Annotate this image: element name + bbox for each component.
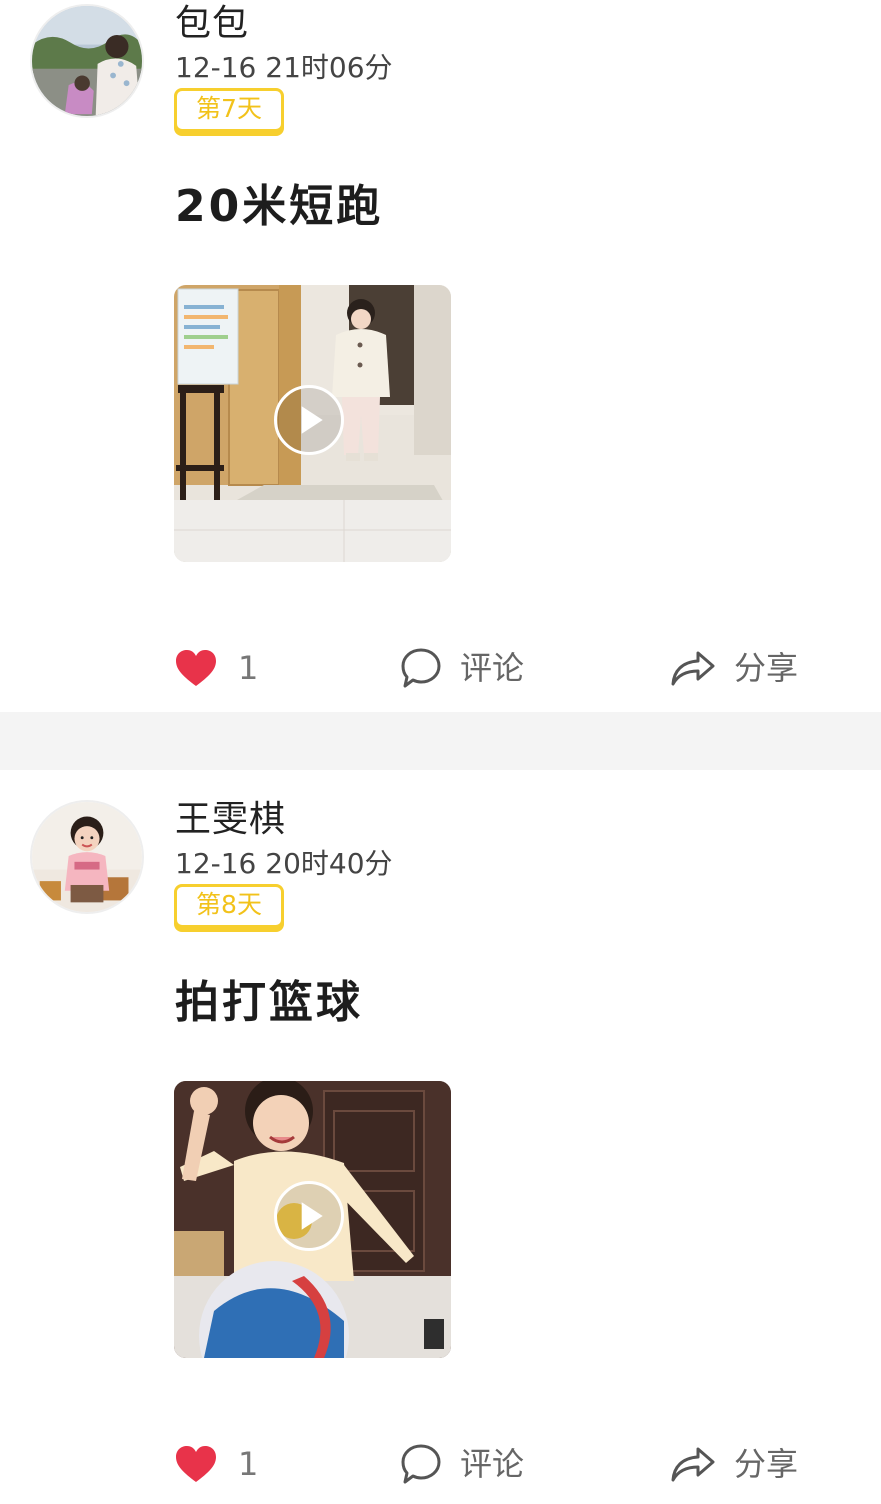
share-arrow-icon [671, 1447, 715, 1482]
username[interactable]: 王雯棋 [175, 800, 286, 840]
action-bar: 1 评论 分享 [0, 1434, 881, 1494]
like-button[interactable]: 1 [174, 638, 258, 698]
comment-button[interactable]: 评论 [400, 638, 524, 698]
comment-label: 评论 [460, 649, 525, 687]
post-title: 拍打篮球 [175, 977, 363, 1028]
play-icon [301, 406, 323, 434]
share-button[interactable]: 分享 [670, 638, 798, 698]
like-count: 1 [238, 1445, 259, 1483]
post-timestamp: 12-16 21时06分 [175, 51, 393, 84]
share-arrow-icon [671, 651, 715, 686]
share-label: 分享 [734, 649, 799, 687]
avatar-image [32, 802, 142, 912]
share-button[interactable]: 分享 [670, 1434, 798, 1494]
day-badge: 第8天 [174, 884, 284, 928]
avatar[interactable] [30, 800, 144, 914]
comment-bubble-icon [401, 1444, 441, 1484]
video-thumbnail[interactable] [174, 285, 451, 562]
video-thumbnail[interactable] [174, 1081, 451, 1358]
play-button[interactable] [274, 1181, 344, 1251]
action-bar: 1 评论 分享 [0, 638, 881, 698]
post-timestamp: 12-16 20时40分 [175, 847, 393, 880]
comment-bubble-icon [401, 648, 441, 688]
post-divider [0, 712, 881, 770]
username[interactable]: 包包 [175, 4, 249, 44]
avatar[interactable] [30, 4, 144, 118]
heart-icon [176, 1446, 216, 1482]
day-badge: 第7天 [174, 88, 284, 132]
share-label: 分享 [734, 1445, 799, 1483]
like-count: 1 [238, 649, 259, 687]
avatar-image [32, 6, 142, 116]
comment-label: 评论 [460, 1445, 525, 1483]
feed-post: 包包 12-16 21时06分 第7天 20米短跑 1 评论 分享 [0, 0, 881, 712]
heart-icon [176, 650, 216, 686]
like-button[interactable]: 1 [174, 1434, 258, 1494]
comment-button[interactable]: 评论 [400, 1434, 524, 1494]
play-icon [301, 1202, 323, 1230]
feed-post: 王雯棋 12-16 20时40分 第8天 拍打篮球 1 评论 分享 [0, 770, 881, 1504]
play-button[interactable] [274, 385, 344, 455]
post-title: 20米短跑 [175, 181, 384, 232]
